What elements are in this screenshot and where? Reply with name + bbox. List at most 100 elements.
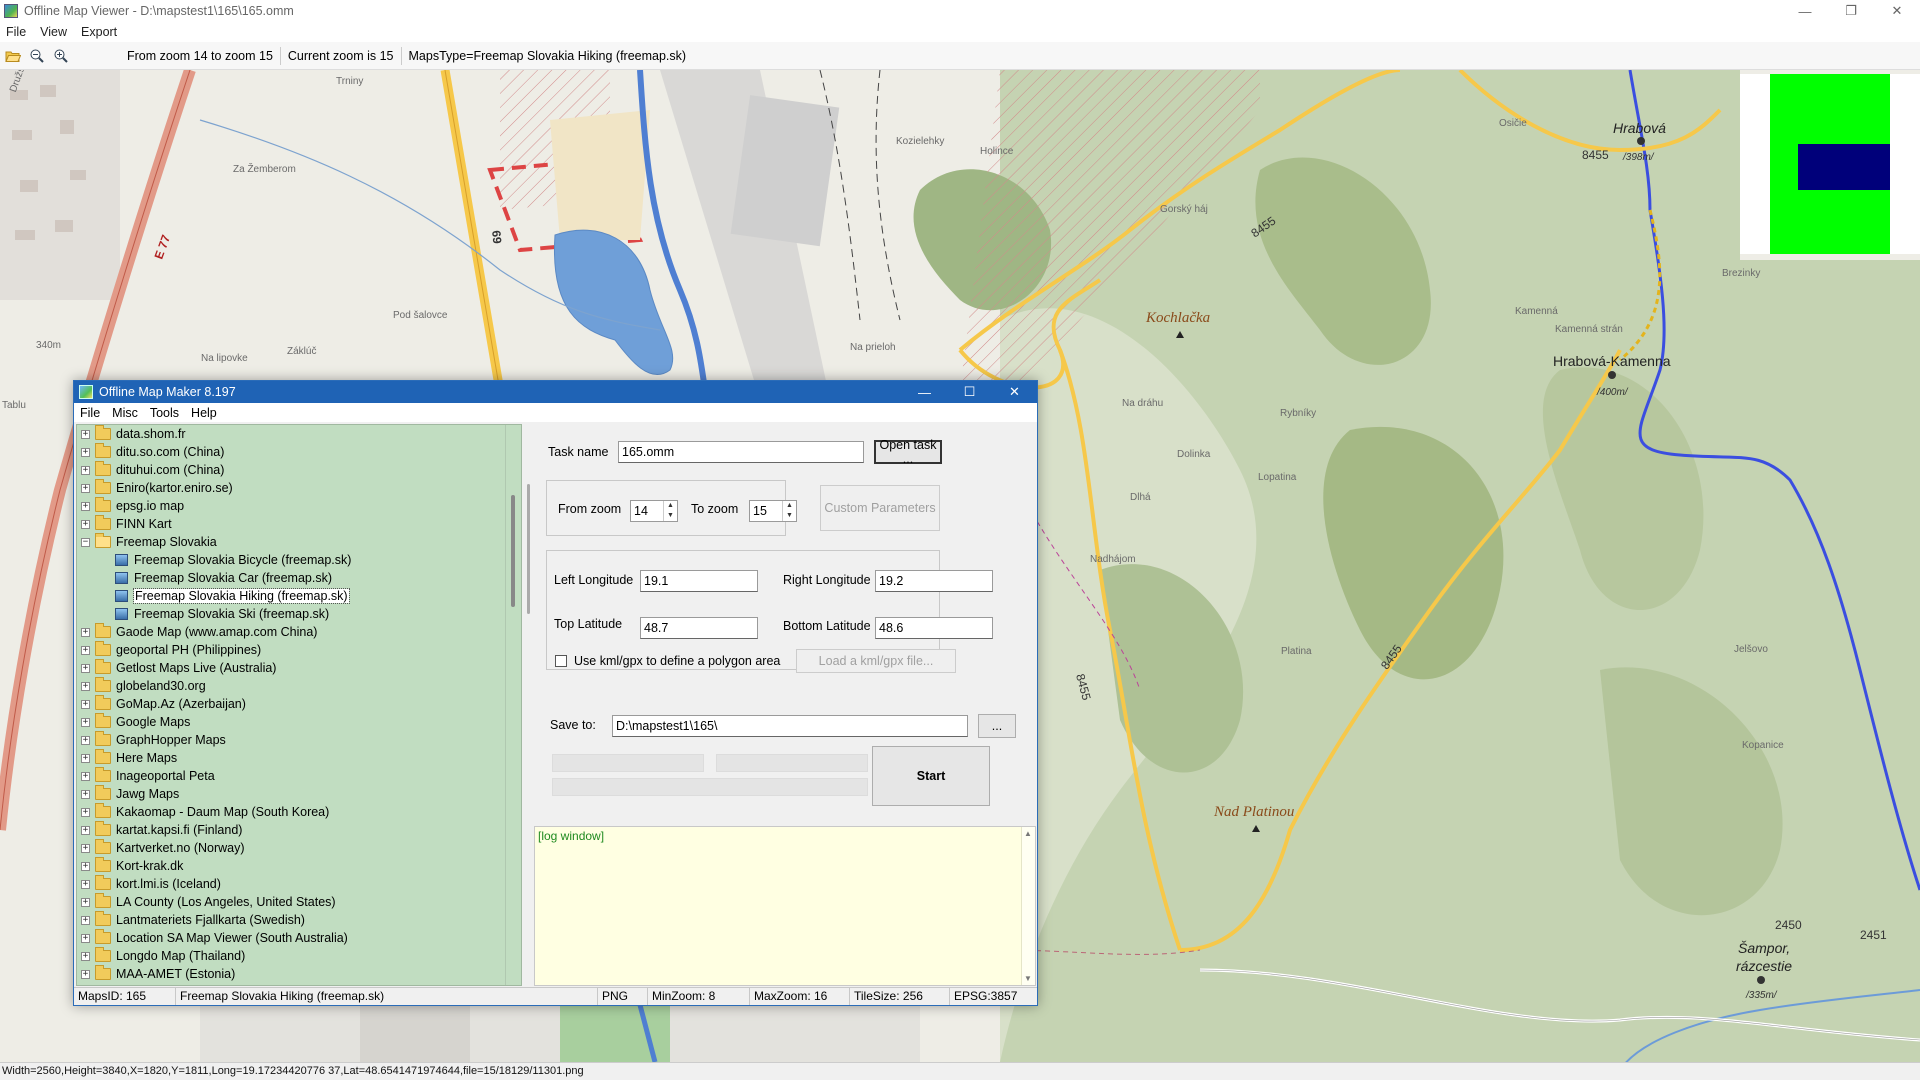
maximize-button[interactable]: ❐ <box>1828 0 1874 22</box>
tree-folder-item[interactable]: + Eniro(kartor.eniro.se) <box>77 479 505 497</box>
log-scrollbar[interactable]: ▲ ▼ <box>1021 827 1035 985</box>
log-scroll-down-icon[interactable]: ▼ <box>1024 974 1032 983</box>
open-task-button[interactable]: Open task ... <box>874 438 942 466</box>
tree-folder-item[interactable]: + geoportal PH (Philippines) <box>77 641 505 659</box>
expand-icon[interactable]: + <box>81 429 90 439</box>
task-name-input[interactable]: 165.omm <box>618 441 864 463</box>
zoom-in-icon[interactable] <box>50 45 72 67</box>
dialog-close-button[interactable]: ✕ <box>992 381 1037 403</box>
dialog-menu-help[interactable]: Help <box>191 406 217 420</box>
menu-file[interactable]: File <box>6 25 26 39</box>
pane-splitter[interactable] <box>524 424 534 986</box>
expand-icon[interactable]: + <box>81 861 90 871</box>
from-zoom-spinner[interactable]: 14 ▲ ▼ <box>630 500 678 522</box>
tree-folder-item[interactable]: + ditu.so.com (China) <box>77 443 505 461</box>
tree-map-item[interactable]: Freemap Slovakia Ski (freemap.sk) <box>77 605 505 623</box>
to-zoom-spinner[interactable]: 15 ▲ ▼ <box>749 500 797 522</box>
dialog-maximize-button[interactable]: ☐ <box>947 381 992 403</box>
tree-folder-item[interactable]: + Longdo Map (Thailand) <box>77 947 505 965</box>
custom-parameters-button[interactable]: Custom Parameters <box>820 485 940 531</box>
expand-icon[interactable]: + <box>81 897 90 907</box>
tree-folder-item[interactable]: + GoMap.Az (Azerbaijan) <box>77 695 505 713</box>
dialog-minimize-button[interactable]: — <box>902 381 947 403</box>
tree-folder-item[interactable]: + kartat.kapsi.fi (Finland) <box>77 821 505 839</box>
maps-tree[interactable]: + data.shom.fr + ditu.so.com (China) + dituhu… <box>76 424 522 986</box>
top-latitude-input[interactable]: 48.7 <box>640 617 758 639</box>
start-button[interactable]: Start <box>872 746 990 806</box>
load-kml-button[interactable]: Load a kml/gpx file... <box>796 649 956 673</box>
expand-icon[interactable]: + <box>81 789 90 799</box>
tree-folder-item[interactable]: + Gaode Map (www.amap.com China) <box>77 623 505 641</box>
expand-icon[interactable]: + <box>81 915 90 925</box>
expand-icon[interactable]: + <box>81 501 90 511</box>
expand-icon[interactable]: + <box>81 969 90 979</box>
expand-icon[interactable]: + <box>81 753 90 763</box>
tree-folder-item[interactable]: + Jawg Maps <box>77 785 505 803</box>
expand-icon[interactable]: + <box>81 843 90 853</box>
menu-export[interactable]: Export <box>81 25 117 39</box>
tree-folder-item[interactable]: + data.shom.fr <box>77 425 505 443</box>
to-zoom-arrows[interactable]: ▲ ▼ <box>782 501 796 521</box>
expand-icon[interactable]: + <box>81 717 90 727</box>
tree-map-item[interactable]: Freemap Slovakia Hiking (freemap.sk) <box>77 587 505 605</box>
tree-folder-item[interactable]: + globeland30.org <box>77 677 505 695</box>
zoom-out-icon[interactable] <box>26 45 48 67</box>
expand-icon[interactable]: + <box>81 681 90 691</box>
expand-icon[interactable]: + <box>81 645 90 655</box>
right-longitude-input[interactable]: 19.2 <box>875 570 993 592</box>
expand-icon[interactable]: + <box>81 807 90 817</box>
tree-folder-item[interactable]: + LA County (Los Angeles, United States) <box>77 893 505 911</box>
tree-folder-item[interactable]: + Kort-krak.dk <box>77 857 505 875</box>
from-zoom-arrows[interactable]: ▲ ▼ <box>663 501 677 521</box>
tree-folder-item[interactable]: + MAA-AMET (Estonia) <box>77 965 505 983</box>
log-window[interactable]: [log window] ▲ ▼ <box>534 826 1036 986</box>
expand-icon[interactable]: + <box>81 825 90 835</box>
tree-map-item[interactable]: Freemap Slovakia Bicycle (freemap.sk) <box>77 551 505 569</box>
tree-folder-item[interactable]: + dituhui.com (China) <box>77 461 505 479</box>
minimize-button[interactable]: — <box>1782 0 1828 22</box>
left-longitude-input[interactable]: 19.1 <box>640 570 758 592</box>
expand-icon[interactable]: + <box>81 465 90 475</box>
tree-map-item[interactable]: Freemap Slovakia Car (freemap.sk) <box>77 569 505 587</box>
tree-folder-item[interactable]: + Google Maps <box>77 713 505 731</box>
tree-folder-item[interactable]: + Kakaomap - Daum Map (South Korea) <box>77 803 505 821</box>
browse-button[interactable]: ... <box>978 714 1016 738</box>
expand-icon[interactable]: + <box>81 735 90 745</box>
tree-item-label: Kakaomap - Daum Map (South Korea) <box>116 805 330 819</box>
save-to-input[interactable]: D:\mapstest1\165\ <box>612 715 968 737</box>
expand-icon[interactable]: + <box>81 519 90 529</box>
expand-icon[interactable]: + <box>81 483 90 493</box>
tree-folder-item[interactable]: + FINN Kart <box>77 515 505 533</box>
menu-view[interactable]: View <box>40 25 67 39</box>
tree-folder-item[interactable]: + Lantmateriets Fjallkarta (Swedish) <box>77 911 505 929</box>
tree-folder-item[interactable]: + Kartverket.no (Norway) <box>77 839 505 857</box>
dialog-menu-file[interactable]: File <box>80 406 100 420</box>
expand-icon[interactable]: + <box>81 627 90 637</box>
tree-folder-item[interactable]: + GraphHopper Maps <box>77 731 505 749</box>
tree-scrollbar[interactable] <box>505 425 521 985</box>
tree-folder-item[interactable]: + epsg.io map <box>77 497 505 515</box>
expand-icon[interactable]: + <box>81 447 90 457</box>
overview-minimap[interactable] <box>1740 74 1920 254</box>
tree-folder-item[interactable]: + Getlost Maps Live (Australia) <box>77 659 505 677</box>
tree-folder-item[interactable]: + Here Maps <box>77 749 505 767</box>
expand-icon[interactable]: + <box>81 699 90 709</box>
tree-folder-item[interactable]: + Inageoportal Peta <box>77 767 505 785</box>
expand-icon[interactable]: + <box>81 951 90 961</box>
dialog-menu-misc[interactable]: Misc <box>112 406 138 420</box>
expand-icon[interactable]: + <box>81 663 90 673</box>
folder-open-icon[interactable] <box>2 45 24 67</box>
expand-icon[interactable]: + <box>81 879 90 889</box>
expand-icon[interactable]: + <box>81 933 90 943</box>
kml-polygon-checkbox[interactable] <box>555 655 567 667</box>
tree-folder-item[interactable]: − Freemap Slovakia <box>77 533 505 551</box>
log-scroll-up-icon[interactable]: ▲ <box>1024 829 1032 838</box>
close-button[interactable]: ✕ <box>1874 0 1920 22</box>
dialog-menu-tools[interactable]: Tools <box>150 406 179 420</box>
expand-icon[interactable]: + <box>81 771 90 781</box>
tree-folder-item[interactable]: + kort.lmi.is (Iceland) <box>77 875 505 893</box>
dialog-titlebar[interactable]: Offline Map Maker 8.197 — ☐ ✕ <box>74 381 1037 403</box>
bottom-latitude-input[interactable]: 48.6 <box>875 617 993 639</box>
collapse-icon[interactable]: − <box>81 537 90 547</box>
tree-folder-item[interactable]: + Location SA Map Viewer (South Australia… <box>77 929 505 947</box>
